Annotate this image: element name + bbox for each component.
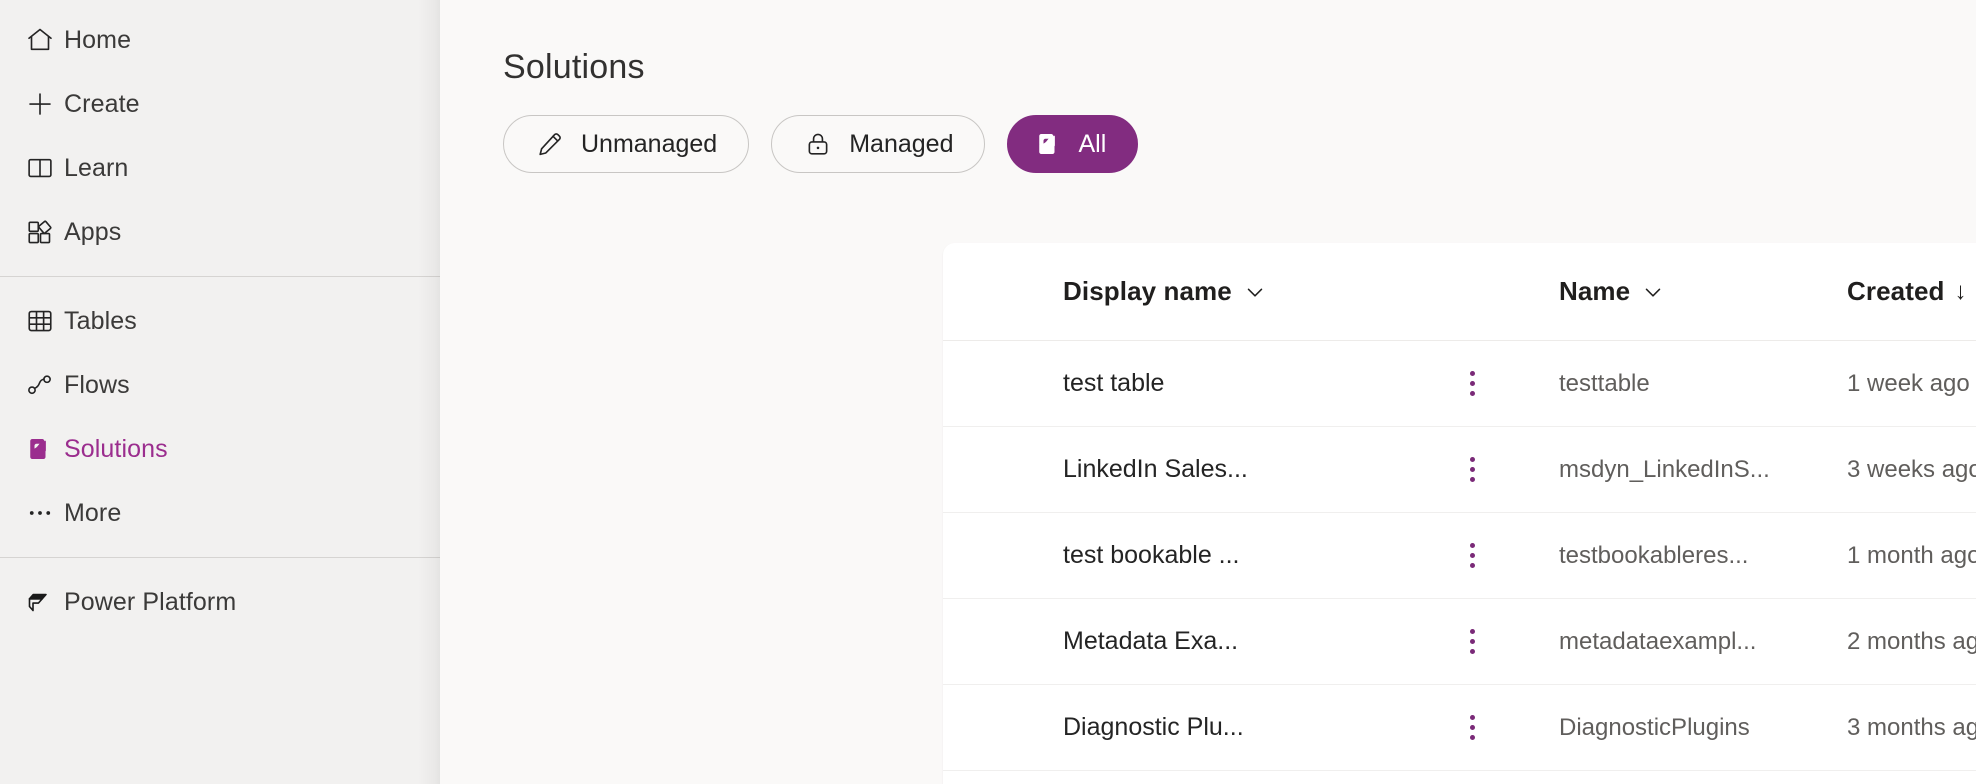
row-more-options-button[interactable]: [1459, 543, 1559, 568]
ellipsis-icon: [16, 498, 64, 528]
filter-label: All: [1078, 129, 1107, 158]
table-row[interactable]: LinkedIn Sales... msdyn_LinkedInS... 3 w…: [943, 427, 1976, 513]
sidebar-item-label: Learn: [64, 153, 129, 182]
sidebar-item-create[interactable]: Create: [0, 72, 440, 136]
column-header-name[interactable]: Name: [1559, 276, 1847, 307]
flow-icon: [16, 370, 64, 400]
row-more-options-button[interactable]: [1459, 371, 1559, 396]
sidebar-item-label: Apps: [64, 217, 122, 246]
column-header-created[interactable]: Created ↓: [1847, 276, 1976, 307]
pencil-icon: [535, 129, 565, 159]
sidebar-item-learn[interactable]: Learn: [0, 136, 440, 200]
sidebar-item-home[interactable]: Home: [0, 8, 440, 72]
table-row[interactable]: Metadata Exa... metadataexampl... 2 mont…: [943, 599, 1976, 685]
cell-name: testbookableres...: [1559, 541, 1749, 569]
cell-created: 1 week ago: [1847, 369, 1970, 397]
apps-icon: [16, 217, 64, 247]
cell-name: msdyn_LinkedInS...: [1559, 455, 1770, 483]
cell-name: metadataexampl...: [1559, 627, 1757, 655]
sidebar-item-label: Power Platform: [64, 587, 237, 616]
column-label: Name: [1559, 276, 1631, 306]
filter-toolbar: Unmanaged Managed All: [503, 115, 1976, 173]
cell-created: 3 months ago: [1847, 713, 1976, 741]
filter-label: Managed: [849, 129, 954, 158]
table-row[interactable]: test table testtable 1 week ago 1.0.0.1 …: [943, 341, 1976, 427]
sidebar-item-apps[interactable]: Apps: [0, 200, 440, 264]
solutions-table: Display name Name Created ↓ test table t…: [943, 243, 1976, 784]
cell-created: 3 weeks ago: [1847, 455, 1976, 483]
plus-icon: [16, 89, 64, 119]
table-row[interactable]: test bookable ... testbookableres... 1 m…: [943, 513, 1976, 599]
cell-display-name[interactable]: Diagnostic Plu...: [1063, 713, 1459, 742]
sidebar-item-more[interactable]: More: [0, 481, 440, 545]
solutions-icon: [1034, 129, 1064, 159]
cell-display-name[interactable]: LinkedIn Sales...: [1063, 455, 1459, 484]
sidebar-group-secondary: Tables Flows Solutions More: [0, 289, 440, 545]
sidebar-divider-2: [0, 557, 440, 558]
cell-display-name[interactable]: Metadata Exa...: [1063, 627, 1459, 656]
filter-managed-button[interactable]: Managed: [771, 115, 986, 173]
table-row[interactable]: Diagnostic Plu... DiagnosticPlugins 3 mo…: [943, 685, 1976, 771]
lock-icon: [803, 129, 833, 159]
filter-label: Unmanaged: [581, 129, 718, 158]
solutions-icon: [16, 434, 64, 464]
app-root: Home Create Learn Apps Tables Flows Solu…: [0, 0, 1976, 784]
sidebar-divider-1: [0, 276, 440, 277]
filter-all-button[interactable]: All: [1007, 115, 1139, 173]
sort-descending-icon: ↓: [1954, 277, 1967, 305]
filter-unmanaged-button[interactable]: Unmanaged: [503, 115, 750, 173]
cell-name: testtable: [1559, 369, 1650, 397]
sidebar-item-label: Solutions: [64, 434, 168, 463]
row-more-options-button[interactable]: [1459, 629, 1559, 654]
cell-name: DiagnosticPlugins: [1559, 713, 1750, 741]
column-label: Created: [1847, 276, 1945, 306]
sidebar-item-label: Home: [64, 25, 132, 54]
sidebar-item-solutions[interactable]: Solutions: [0, 417, 440, 481]
chevron-down-icon[interactable]: [1640, 279, 1666, 305]
column-header-display-name[interactable]: Display name: [1063, 276, 1459, 307]
cell-created: 1 month ago: [1847, 541, 1976, 569]
table-header: Display name Name Created ↓: [943, 243, 1976, 341]
cell-display-name[interactable]: test table: [1063, 369, 1459, 398]
sidebar-item-label: Tables: [64, 306, 137, 335]
sidebar-group-footer: Power Platform: [0, 570, 440, 634]
more-options-icon[interactable]: [1459, 629, 1485, 654]
home-icon: [16, 25, 64, 55]
sidebar-item-label: More: [64, 498, 122, 527]
page-title: Solutions: [503, 48, 645, 86]
sidebar-item-power-platform[interactable]: Power Platform: [0, 570, 440, 634]
table-body: test table testtable 1 week ago 1.0.0.1 …: [943, 341, 1976, 771]
more-options-icon[interactable]: [1459, 543, 1485, 568]
power-platform-icon: [16, 587, 64, 617]
main-content: Solutions Unmanaged Managed All Display …: [440, 0, 1976, 784]
cell-display-name[interactable]: test bookable ...: [1063, 541, 1459, 570]
column-label: Display name: [1063, 276, 1232, 306]
sidebar: Home Create Learn Apps Tables Flows Solu…: [0, 0, 440, 784]
cell-created: 2 months ago: [1847, 627, 1976, 655]
sidebar-group-primary: Home Create Learn Apps: [0, 8, 440, 264]
sidebar-item-flows[interactable]: Flows: [0, 353, 440, 417]
sidebar-item-tables[interactable]: Tables: [0, 289, 440, 353]
table-icon: [16, 306, 64, 336]
sidebar-item-label: Create: [64, 89, 140, 118]
more-options-icon[interactable]: [1459, 457, 1485, 482]
table-header-row: Display name Name Created ↓: [943, 243, 1976, 341]
row-more-options-button[interactable]: [1459, 715, 1559, 740]
more-options-icon[interactable]: [1459, 371, 1485, 396]
row-more-options-button[interactable]: [1459, 457, 1559, 482]
book-icon: [16, 153, 64, 183]
more-options-icon[interactable]: [1459, 715, 1485, 740]
chevron-down-icon[interactable]: [1242, 279, 1268, 305]
sidebar-item-label: Flows: [64, 370, 130, 399]
